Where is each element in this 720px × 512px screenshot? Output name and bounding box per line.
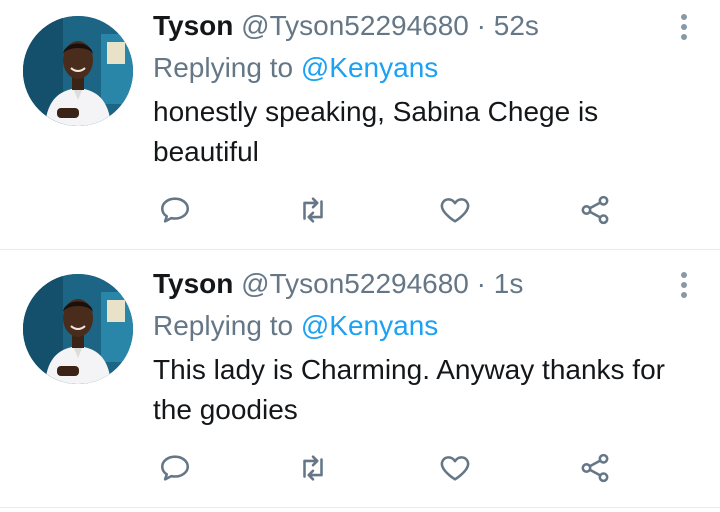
tweet-text: honestly speaking, Sabina Chege is beaut… [153,96,599,167]
heart-icon [440,456,470,481]
avatar[interactable] [23,274,133,384]
share-icon [581,195,609,225]
reply-button[interactable] [155,448,195,488]
replying-prefix: Replying to [153,52,294,83]
tweet-header: Tyson @Tyson52294680 · 52s [153,6,539,46]
display-name[interactable]: Tyson [153,10,233,41]
speech-bubble-icon [160,455,190,481]
timestamp[interactable]: 1s [494,268,524,299]
display-name[interactable]: Tyson [153,268,233,299]
replying-prefix: Replying to [153,310,294,341]
user-handle[interactable]: @Tyson52294680 [241,10,469,41]
user-handle[interactable]: @Tyson52294680 [241,268,469,299]
heart-icon [440,198,470,223]
tweet-header: Tyson @Tyson52294680 · 1s [153,264,523,304]
share-button[interactable] [575,448,615,488]
avatar-image [23,16,133,126]
tweet-card[interactable]: Tyson @Tyson52294680 · 1s Replying to @K… [0,250,720,508]
timestamp[interactable]: 52s [494,10,539,41]
share-button[interactable] [575,190,615,230]
share-icon [581,453,609,483]
replying-to-line: Replying to @Kenyans [153,48,438,88]
like-button[interactable] [435,448,475,488]
speech-bubble-icon [160,197,190,223]
more-options-icon[interactable] [674,270,694,298]
retweet-button[interactable] [293,190,333,230]
avatar-image [23,274,133,384]
replying-to-line: Replying to @Kenyans [153,306,438,346]
more-options-icon[interactable] [674,12,694,40]
tweet-text: This lady is Charming. Anyway thanks for… [153,354,665,425]
retweet-button[interactable] [293,448,333,488]
reply-button[interactable] [155,190,195,230]
separator-dot: · [476,268,486,299]
tweet-actions [153,190,623,230]
tweet-card[interactable]: Tyson @Tyson52294680 · 52s Replying to @… [0,0,720,250]
tweet-actions [153,448,623,488]
retweet-icon [303,197,323,223]
mention-link[interactable]: @Kenyans [301,52,438,83]
retweet-icon [303,455,323,481]
separator-dot: · [476,10,486,41]
like-button[interactable] [435,190,475,230]
mention-link[interactable]: @Kenyans [301,310,438,341]
avatar[interactable] [23,16,133,126]
